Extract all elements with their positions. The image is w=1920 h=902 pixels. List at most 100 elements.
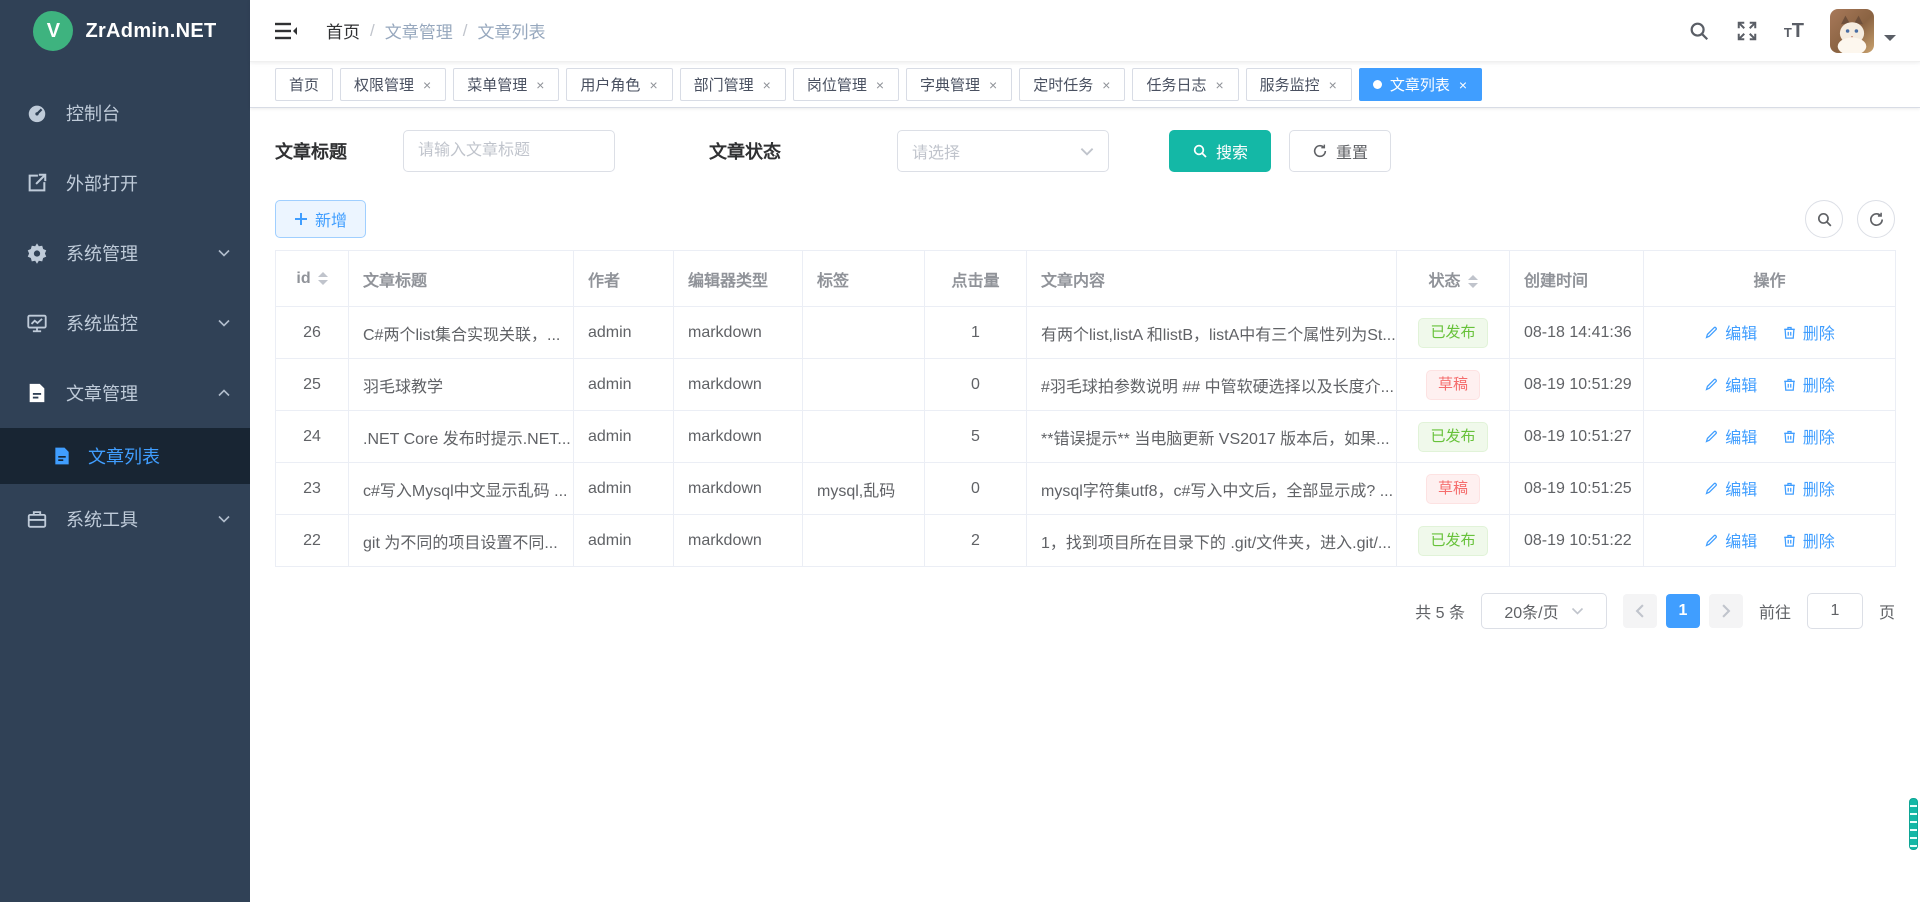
gear-icon [26, 242, 48, 264]
cell-author: admin [574, 515, 674, 567]
next-page-button[interactable] [1709, 594, 1743, 628]
search-icon [1192, 143, 1208, 159]
sidebar-item-system-monitor[interactable]: 系统监控 [0, 288, 250, 358]
cell-title: 羽毛球教学 [349, 359, 574, 411]
cell-status: 已发布 [1397, 411, 1510, 463]
page-number-1[interactable]: 1 [1666, 594, 1700, 628]
delete-icon [1782, 377, 1797, 392]
tab-user-role[interactable]: 用户角色 × [566, 68, 672, 101]
tab-label: 岗位管理 [807, 74, 867, 95]
articles-table: id 文章标题 作者 编辑器类型 标签 点击量 文章内容 状态 创建时间 操作 [275, 250, 1895, 567]
close-icon[interactable]: × [988, 78, 998, 92]
search-button[interactable]: 搜索 [1169, 130, 1271, 172]
tab-dictionary[interactable]: 字典管理 × [906, 68, 1012, 101]
header-actions: TT [1688, 9, 1896, 53]
cell-created: 08-19 10:51:22 [1510, 515, 1644, 567]
delete-button[interactable]: 删除 [1782, 528, 1835, 552]
tab-label: 部门管理 [694, 74, 754, 95]
edit-button[interactable]: 编辑 [1704, 372, 1757, 396]
cell-tags [803, 359, 925, 411]
delete-button[interactable]: 删除 [1782, 372, 1835, 396]
column-header-id[interactable]: id [276, 251, 349, 307]
sidebar-item-external-open[interactable]: 外部打开 [0, 148, 250, 218]
caret-down-icon[interactable] [1884, 35, 1896, 47]
cell-actions: 编辑 删除 [1644, 359, 1896, 411]
edit-button[interactable]: 编辑 [1704, 528, 1757, 552]
sidebar-item-system-admin[interactable]: 系统管理 [0, 218, 250, 288]
fullscreen-icon[interactable] [1736, 20, 1758, 42]
sidebar-item-article-list[interactable]: 文章列表 [0, 428, 250, 484]
avatar[interactable] [1830, 9, 1874, 53]
tab-scheduled-task[interactable]: 定时任务 × [1019, 68, 1125, 101]
refresh-icon [1868, 211, 1885, 228]
cell-title: .NET Core 发布时提示.NET... [349, 411, 574, 463]
tab-article-list[interactable]: 文章列表 × [1359, 68, 1482, 101]
show-search-button[interactable] [1805, 200, 1843, 238]
cell-author: admin [574, 463, 674, 515]
close-icon[interactable]: × [762, 78, 772, 92]
breadcrumb-home[interactable]: 首页 [326, 18, 360, 43]
cell-status: 已发布 [1397, 307, 1510, 359]
table-row: 25 羽毛球教学 admin markdown 0 #羽毛球拍参数说明 ## 中… [276, 359, 1896, 411]
table-row: 26 C#两个list集合实现关联，... admin markdown 1 有… [276, 307, 1896, 359]
reset-button[interactable]: 重置 [1289, 130, 1391, 172]
tab-task-log[interactable]: 任务日志 × [1132, 68, 1238, 101]
edit-button[interactable]: 编辑 [1704, 424, 1757, 448]
cell-created: 08-19 10:51:29 [1510, 359, 1644, 411]
cell-clicks: 5 [925, 411, 1027, 463]
close-icon[interactable]: × [1101, 78, 1111, 92]
sidebar-menu: 控制台 外部打开 系统管理 系统监控 [0, 62, 250, 554]
sidebar-item-label: 控制台 [66, 100, 230, 126]
sidebar-item-system-tools[interactable]: 系统工具 [0, 484, 250, 554]
close-icon[interactable]: × [422, 78, 432, 92]
tab-service-monitor[interactable]: 服务监控 × [1246, 68, 1352, 101]
goto-page-input[interactable] [1807, 593, 1863, 629]
cell-actions: 编辑 删除 [1644, 515, 1896, 567]
sidebar-item-article-admin[interactable]: 文章管理 [0, 358, 250, 428]
breadcrumb-article-list: 文章列表 [477, 18, 545, 43]
prev-page-button[interactable] [1623, 594, 1657, 628]
breadcrumb-article-admin[interactable]: 文章管理 [385, 18, 453, 43]
close-icon[interactable]: × [535, 78, 545, 92]
cell-content: 1，找到项目所在目录下的 .git/文件夹，进入.git/... [1027, 515, 1397, 567]
document-icon [52, 446, 72, 466]
close-icon[interactable]: × [1328, 78, 1338, 92]
close-icon[interactable]: × [648, 78, 658, 92]
tab-post[interactable]: 岗位管理 × [793, 68, 899, 101]
close-icon[interactable]: × [875, 78, 885, 92]
tab-permission[interactable]: 权限管理 × [340, 68, 446, 101]
refresh-table-button[interactable] [1857, 200, 1895, 238]
sort-icon[interactable] [318, 272, 328, 285]
page-size-select[interactable]: 20条/页 [1481, 593, 1607, 629]
close-icon[interactable]: × [1458, 78, 1468, 92]
add-button[interactable]: 新增 [275, 200, 366, 238]
article-status-select[interactable]: 请选择 [897, 130, 1109, 172]
collapse-sidebar-icon[interactable] [274, 21, 298, 41]
tab-home[interactable]: 首页 [275, 68, 333, 101]
scrollbar-thumb[interactable] [1909, 798, 1918, 850]
tab-department[interactable]: 部门管理 × [680, 68, 786, 101]
cell-actions: 编辑 删除 [1644, 411, 1896, 463]
delete-button[interactable]: 删除 [1782, 424, 1835, 448]
close-icon[interactable]: × [1214, 78, 1224, 92]
delete-button[interactable]: 删除 [1782, 320, 1835, 344]
app-logo[interactable]: V ZrAdmin.NET [0, 0, 250, 62]
tab-label: 菜单管理 [467, 74, 527, 95]
font-size-icon[interactable]: TT [1784, 21, 1804, 41]
cell-id: 22 [276, 515, 349, 567]
cell-clicks: 1 [925, 307, 1027, 359]
sort-icon[interactable] [1468, 275, 1478, 288]
search-button-label: 搜索 [1216, 139, 1248, 163]
edit-button[interactable]: 编辑 [1704, 320, 1757, 344]
sidebar-item-dashboard[interactable]: 控制台 [0, 78, 250, 148]
chevron-up-icon [218, 389, 230, 397]
user-menu[interactable] [1830, 9, 1896, 53]
cell-created: 08-18 14:41:36 [1510, 307, 1644, 359]
article-title-input[interactable] [403, 130, 615, 172]
search-icon[interactable] [1688, 20, 1710, 42]
column-header-status[interactable]: 状态 [1397, 251, 1510, 307]
edit-button[interactable]: 编辑 [1704, 476, 1757, 500]
tab-menu-admin[interactable]: 菜单管理 × [453, 68, 559, 101]
cell-tags [803, 307, 925, 359]
delete-button[interactable]: 删除 [1782, 476, 1835, 500]
